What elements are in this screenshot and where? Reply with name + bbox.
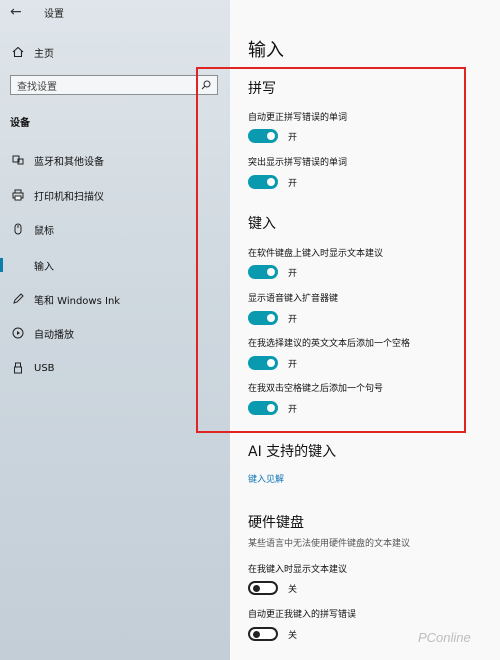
toggle-knob bbox=[253, 585, 260, 592]
sidebar-item-label: 打印机和扫描仪 bbox=[34, 191, 104, 203]
sidebar-item-label: USB bbox=[34, 362, 55, 374]
typing-insights-link[interactable]: 键入见解 bbox=[248, 472, 284, 485]
hardware-keyboard-description: 某些语言中无法使用硬件键盘的文本建议 bbox=[248, 539, 411, 549]
sidebar-item-label: 输入 bbox=[34, 261, 54, 273]
search-input[interactable]: 查找设置 bbox=[10, 75, 218, 95]
toggle-hardware-autocorrect[interactable] bbox=[248, 627, 278, 641]
app-title: 设置 bbox=[44, 9, 64, 20]
toggle-hardware-suggestions[interactable] bbox=[248, 581, 278, 595]
toggle-knob bbox=[253, 631, 260, 638]
option-label: 自动更正我键入的拼写错误 bbox=[248, 610, 357, 620]
toggle-state-label: 关 bbox=[288, 631, 298, 641]
option-label: 在我键入时显示文本建议 bbox=[248, 565, 348, 575]
sidebar-item-home[interactable]: 主页 bbox=[0, 40, 230, 64]
sidebar-item-label: 笔和 Windows Ink bbox=[34, 295, 121, 307]
sidebar-item-label: 自动播放 bbox=[34, 329, 74, 341]
back-arrow-icon[interactable]: ← bbox=[10, 4, 22, 20]
bluetooth-icon bbox=[10, 154, 26, 166]
home-icon bbox=[10, 46, 26, 58]
sidebar-item-label: 蓝牙和其他设备 bbox=[34, 156, 104, 168]
sidebar-item-label: 鼠标 bbox=[34, 225, 54, 237]
watermark: PConline bbox=[418, 630, 471, 645]
toggle-state-label: 关 bbox=[288, 585, 298, 595]
highlight-annotation-box bbox=[196, 67, 466, 433]
usb-icon bbox=[10, 362, 26, 374]
autoplay-icon bbox=[10, 327, 26, 339]
pen-icon bbox=[10, 293, 26, 305]
hardware-keyboard-heading: 硬件键盘 bbox=[248, 515, 304, 531]
search-placeholder: 查找设置 bbox=[17, 81, 57, 93]
ai-typing-heading: AI 支持的键入 bbox=[248, 444, 337, 460]
section-label-devices: 设备 bbox=[10, 118, 30, 129]
mouse-icon bbox=[10, 223, 26, 235]
home-label: 主页 bbox=[34, 48, 54, 60]
page-title: 输入 bbox=[248, 40, 284, 61]
printer-icon bbox=[10, 189, 26, 201]
